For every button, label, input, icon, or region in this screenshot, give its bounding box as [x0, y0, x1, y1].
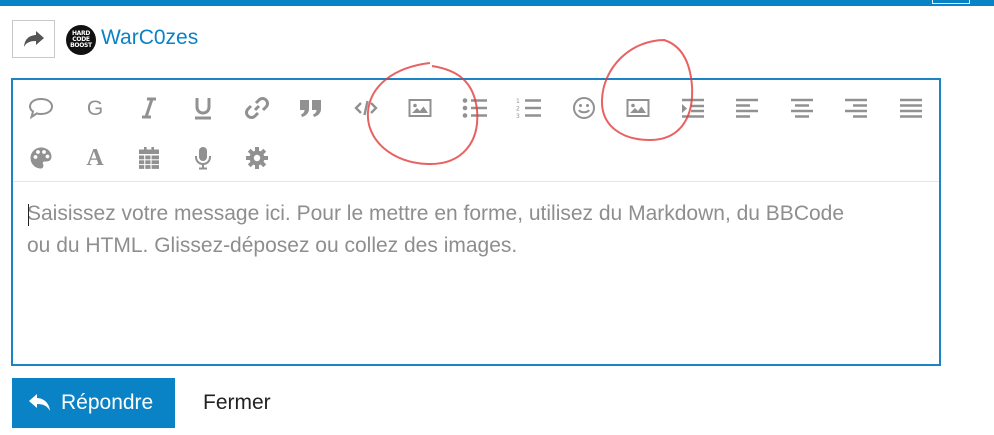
message-textarea[interactable]: Saisissez votre message ici. Pour le met…: [27, 198, 927, 262]
placeholder-line-1: Saisissez votre message ici. Pour le met…: [27, 202, 845, 225]
google-g-text: G: [86, 96, 104, 120]
image-icon[interactable]: [402, 90, 438, 126]
google-g-icon[interactable]: G: [77, 90, 113, 126]
speech-bubble-icon[interactable]: [23, 90, 59, 126]
reply-button[interactable]: Répondre: [12, 378, 175, 428]
code-icon[interactable]: [348, 90, 384, 126]
font-icon[interactable]: A: [77, 140, 113, 176]
smiley-icon[interactable]: [566, 90, 602, 126]
link-icon[interactable]: [239, 90, 275, 126]
align-center-icon[interactable]: [784, 90, 820, 126]
image-icon-2[interactable]: [620, 90, 656, 126]
avatar-text-3: BOOST: [70, 42, 92, 49]
align-right-icon[interactable]: [838, 90, 874, 126]
palette-icon[interactable]: [23, 140, 59, 176]
svg-text:2: 2: [516, 106, 520, 113]
svg-text:3: 3: [516, 113, 520, 119]
align-left-icon[interactable]: [729, 90, 765, 126]
username-link[interactable]: WarC0zes: [101, 26, 198, 50]
svg-text:1: 1: [516, 98, 520, 105]
top-accent-bar: [0, 0, 994, 6]
avatar[interactable]: HARD CODE BOOST: [66, 25, 96, 55]
reply-context-button[interactable]: [12, 20, 55, 58]
bullet-list-icon[interactable]: [457, 90, 493, 126]
reply-arrow-icon: [29, 394, 50, 411]
italic-icon[interactable]: [131, 90, 167, 126]
underline-icon[interactable]: [185, 90, 221, 126]
message-editor[interactable]: G 123 A Saisissez votre message ici. Pou…: [11, 78, 941, 366]
reply-button-label: Répondre: [61, 391, 154, 414]
calendar-icon[interactable]: [131, 140, 167, 176]
quote-icon[interactable]: [293, 90, 329, 126]
text-caret: [28, 204, 29, 226]
placeholder-line-2: ou du HTML. Glissez-déposez ou collez de…: [27, 234, 518, 257]
numbered-list-icon[interactable]: 123: [511, 90, 547, 126]
close-button[interactable]: Fermer: [203, 390, 271, 416]
microphone-icon[interactable]: [185, 140, 221, 176]
top-bar-tab: [932, 0, 970, 4]
editor-toolbar: G 123 A: [13, 80, 939, 182]
align-justify-icon[interactable]: [893, 90, 929, 126]
share-arrow-icon: [23, 31, 44, 47]
indent-icon[interactable]: [675, 90, 711, 126]
gear-icon[interactable]: [239, 140, 275, 176]
font-icon-text: A: [86, 145, 104, 171]
